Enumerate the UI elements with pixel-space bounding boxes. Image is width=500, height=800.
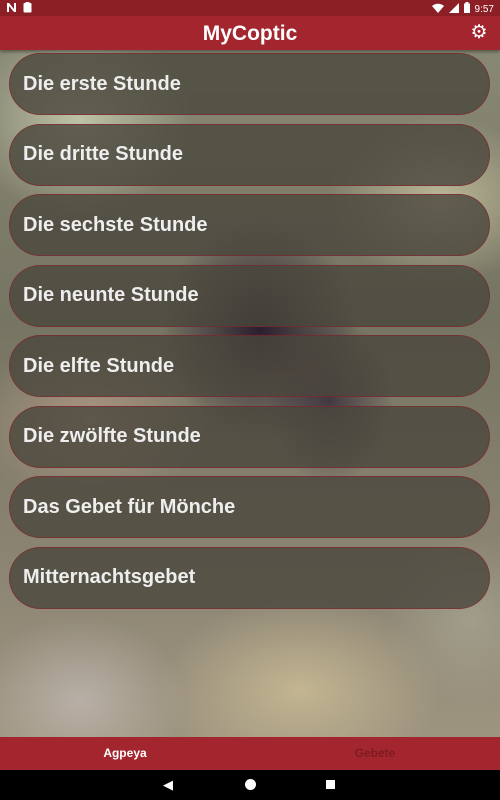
status-bar: 9:57	[0, 0, 500, 16]
list-item-neunte-stunde[interactable]: Die neunte Stunde	[9, 264, 490, 327]
list-item-dritte-stunde[interactable]: Die dritte Stunde	[9, 123, 490, 186]
recent-apps-icon[interactable]	[326, 780, 335, 789]
clipboard-icon	[23, 2, 32, 16]
n-icon	[6, 2, 17, 16]
settings-button[interactable]: ⚙	[468, 22, 490, 44]
signal-icon	[448, 2, 459, 16]
list-item-label: Die erste Stunde	[23, 72, 181, 95]
list-item-label: Die neunte Stunde	[23, 284, 199, 306]
status-time: 9:57	[474, 3, 494, 15]
list-item-sechste-stunde[interactable]: Die sechste Stunde	[9, 194, 490, 256]
list-item-mitternachtsgebet[interactable]: Mitternachtsgebet	[9, 546, 490, 609]
list-item-label: Die dritte Stunde	[23, 143, 184, 165]
list-item-gebet-fuer-moenche[interactable]: Das Gebet für Mönche	[9, 476, 490, 538]
battery-icon	[463, 2, 470, 16]
list-item-label: Mitternachtsgebet	[23, 566, 196, 588]
wifi-icon	[431, 3, 444, 16]
app-title: MyCoptic	[202, 22, 298, 45]
list-item-zwoelfte-stunde[interactable]: Die zwölfte Stunde	[9, 405, 490, 468]
back-icon[interactable]: ◀	[163, 777, 173, 793]
list-item-elfte-stunde[interactable]: Die elfte Stunde	[9, 335, 490, 397]
system-navigation-bar: ◀	[0, 770, 500, 800]
list-item-label: Das Gebet für Mönche	[23, 495, 236, 518]
bottom-navigation: Agpeya Gebete	[0, 737, 500, 770]
list-item-label: Die elfte Stunde	[23, 354, 175, 377]
gear-icon: ⚙	[470, 22, 488, 43]
list-item-label: Die zwölfte Stunde	[23, 425, 201, 447]
home-icon[interactable]	[245, 779, 256, 790]
tab-gebete[interactable]: Gebete	[250, 737, 500, 770]
list-item-erste-stunde[interactable]: Die erste Stunde	[9, 53, 490, 115]
tab-agpeya[interactable]: Agpeya	[0, 737, 250, 770]
app-bar: MyCoptic ⚙	[0, 16, 500, 50]
list-item-label: Die sechste Stunde	[23, 213, 208, 236]
prayer-list: Die erste Stunde Die dritte Stunde Die s…	[9, 53, 490, 617]
